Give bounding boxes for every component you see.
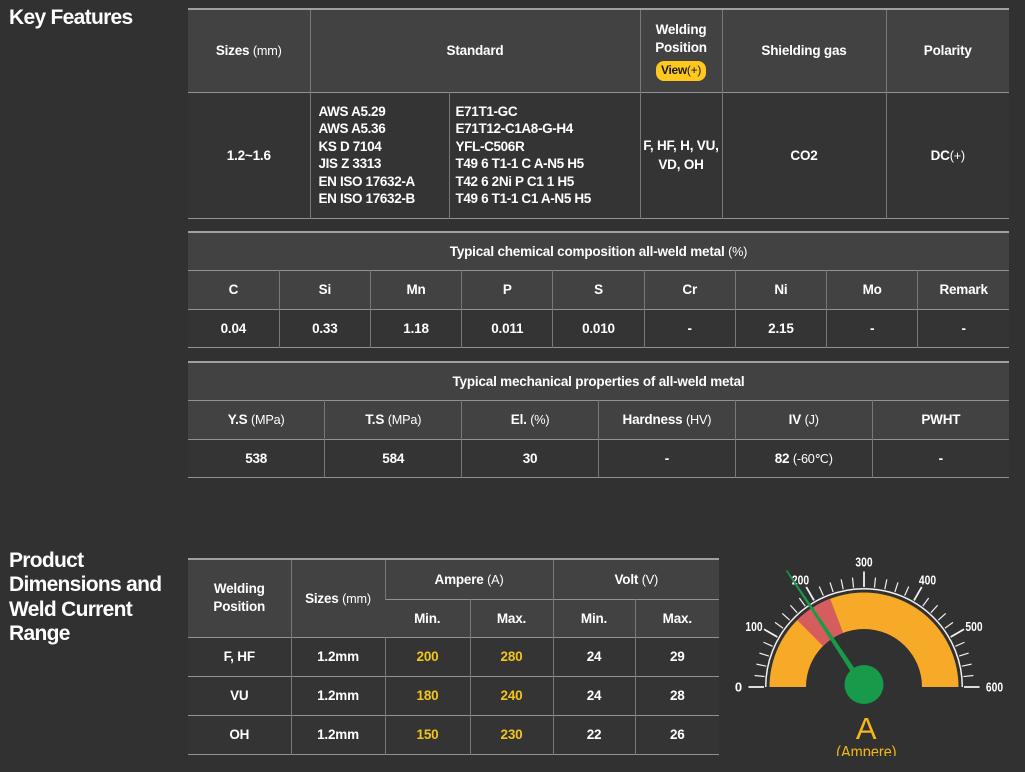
svg-text:400: 400 bbox=[919, 573, 936, 588]
svg-text:A: A bbox=[856, 711, 877, 746]
svg-text:100: 100 bbox=[745, 619, 762, 634]
svg-text:0: 0 bbox=[735, 680, 742, 695]
svg-text:(Ampere): (Ampere) bbox=[836, 744, 897, 757]
svg-text:200: 200 bbox=[792, 573, 809, 588]
svg-text:600: 600 bbox=[986, 680, 1003, 695]
svg-text:500: 500 bbox=[965, 619, 982, 634]
svg-text:300: 300 bbox=[855, 555, 872, 570]
